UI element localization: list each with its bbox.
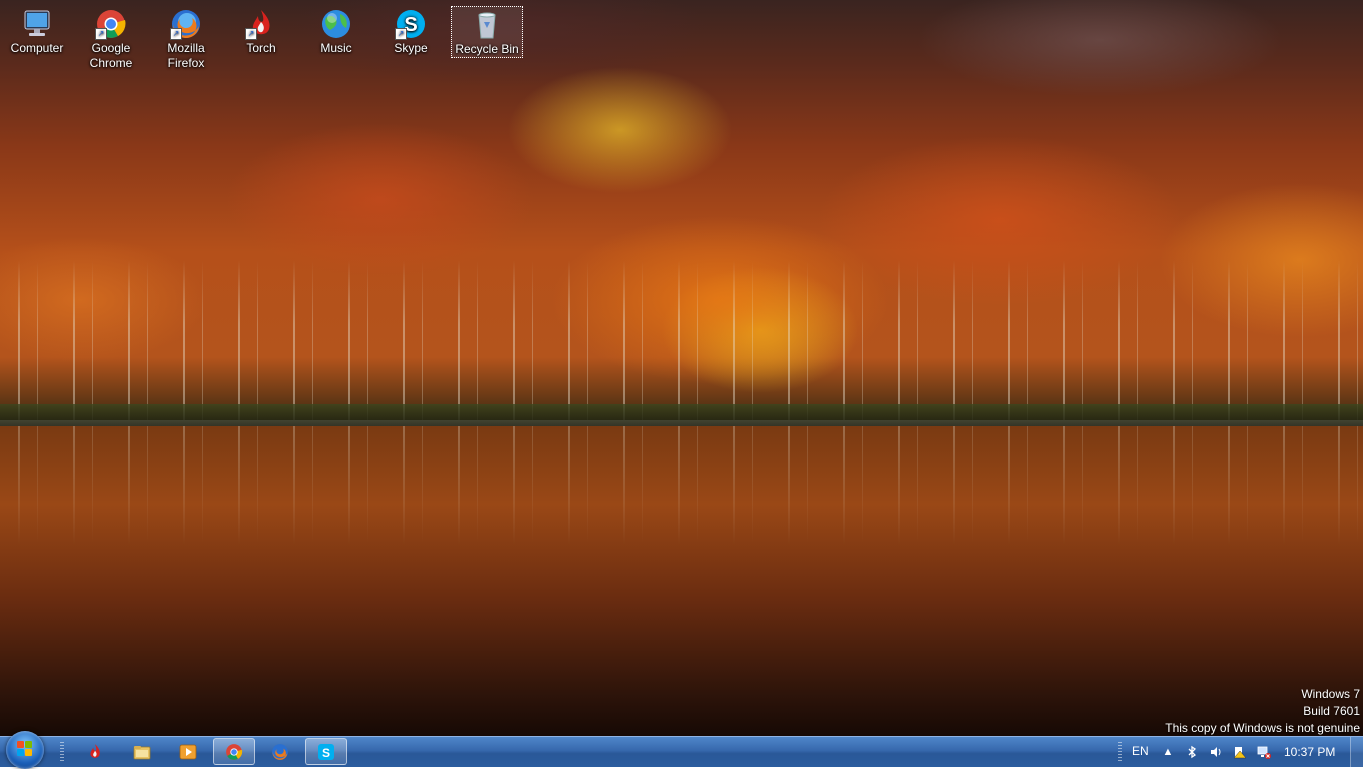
taskbar-grip[interactable] — [60, 742, 64, 762]
tray-grip[interactable] — [1118, 742, 1122, 762]
desktop-icon-torch[interactable]: ↗ Torch — [225, 6, 297, 70]
desktop-wallpaper — [0, 0, 1363, 767]
chrome-icon: ↗ — [95, 8, 127, 40]
firefox-icon — [271, 743, 289, 761]
desktop-icon-mozilla-firefox[interactable]: ↗ Mozilla Firefox — [150, 6, 222, 70]
taskbar: S EN ▲ 10:37 PM — [0, 731, 1363, 769]
bluetooth-icon[interactable] — [1185, 745, 1199, 759]
desktop-icon-label: Music — [320, 41, 352, 55]
network-icon[interactable] — [1257, 745, 1271, 759]
torch-icon: ↗ — [245, 8, 277, 40]
chrome-icon — [225, 743, 243, 761]
action-center-icon[interactable] — [1233, 745, 1247, 759]
windows-logo-icon — [17, 741, 33, 757]
music-icon — [320, 8, 352, 40]
trunk-reflection — [0, 426, 1363, 546]
taskbar-clock[interactable]: 10:37 PM — [1284, 745, 1335, 759]
desktop-icon-google-chrome[interactable]: ↗ Google Chrome — [75, 6, 147, 70]
shortcut-arrow-icon: ↗ — [95, 28, 107, 40]
media-player-icon — [179, 743, 197, 761]
desktop-icon-label: Torch — [246, 41, 276, 55]
desktop-icon-skype[interactable]: S ↗ Skype — [375, 6, 447, 70]
taskbar-file-explorer-button[interactable] — [121, 738, 163, 765]
shortcut-arrow-icon: ↗ — [245, 28, 257, 40]
watermark-build: Build 7601 — [1303, 704, 1360, 718]
start-button[interactable] — [6, 731, 44, 769]
shortcut-arrow-icon: ↗ — [395, 28, 407, 40]
desktop-icon-label: Google Chrome — [89, 41, 133, 70]
watermark-genuine-notice: This copy of Windows is not genuine — [1165, 721, 1360, 735]
desktop-icon-recycle-bin[interactable]: Recycle Bin — [451, 6, 523, 58]
recycle-bin-icon — [471, 9, 503, 41]
file-explorer-icon — [133, 743, 151, 761]
language-indicator[interactable]: EN — [1132, 744, 1149, 758]
lake-shore — [0, 404, 1363, 426]
torch-icon — [86, 743, 104, 761]
show-hidden-icons-chevron[interactable]: ▲ — [1161, 745, 1175, 759]
desktop-icon-label: Computer — [10, 41, 64, 55]
taskbar-firefox-button[interactable] — [259, 738, 301, 765]
taskbar-chrome-button[interactable] — [213, 738, 255, 765]
show-desktop-button[interactable] — [1350, 737, 1363, 767]
taskbar-skype-button[interactable]: S — [305, 738, 347, 765]
desktop-icon-label: Recycle Bin — [455, 42, 519, 56]
taskbar-media-player-button[interactable] — [167, 738, 209, 765]
desktop-icon-music[interactable]: Music — [300, 6, 372, 70]
taskbar-torch-button[interactable] — [74, 738, 116, 765]
skype-icon: S ↗ — [395, 8, 427, 40]
tree-trunks — [0, 260, 1363, 420]
shortcut-arrow-icon: ↗ — [170, 28, 182, 40]
computer-icon — [21, 8, 53, 40]
svg-text:S: S — [322, 746, 330, 760]
windows-genuine-watermark: Windows 7 Build 7601 This copy of Window… — [1165, 686, 1360, 737]
firefox-icon: ↗ — [170, 8, 202, 40]
desktop-icon-label: Mozilla Firefox — [167, 41, 205, 70]
skype-icon: S — [317, 743, 335, 761]
desktop-icon-label: Skype — [394, 41, 428, 55]
watermark-os: Windows 7 — [1301, 687, 1360, 701]
volume-icon[interactable] — [1209, 745, 1223, 759]
desktop-icon-computer[interactable]: Computer — [1, 6, 73, 70]
